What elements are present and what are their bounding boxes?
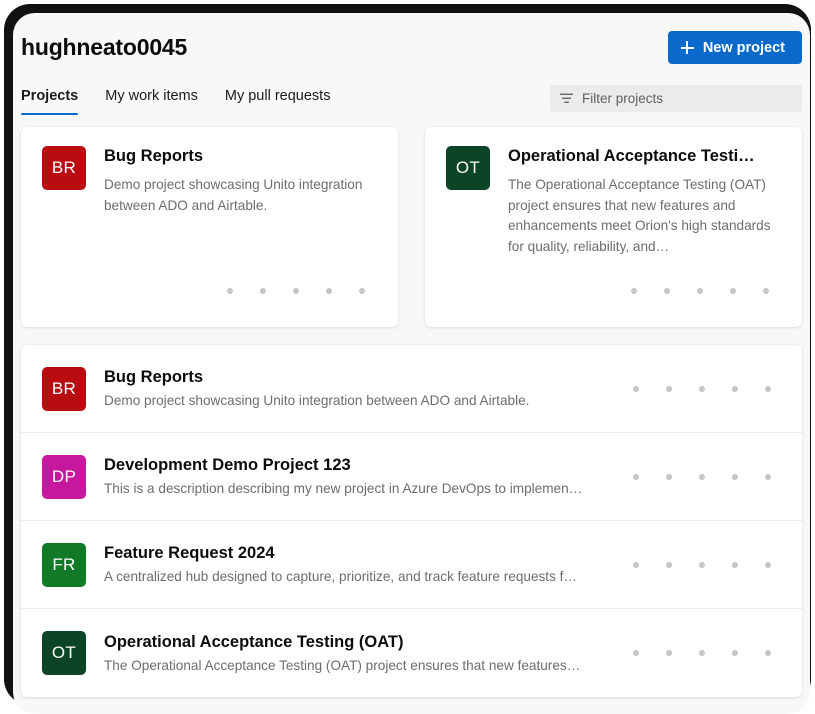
project-row-description: This is a description describing my new … bbox=[104, 481, 583, 496]
project-card-text: Bug Reports Demo project showcasing Unito… bbox=[104, 146, 378, 216]
project-row-text: Development Demo Project 123 This is a de… bbox=[104, 455, 619, 498]
status-dot bbox=[765, 473, 771, 480]
avatar: OT bbox=[42, 631, 86, 675]
project-row[interactable]: FR Feature Request 2024 A centralized hub … bbox=[21, 521, 802, 609]
status-dot bbox=[664, 288, 670, 294]
status-dot bbox=[633, 650, 639, 656]
status-dot bbox=[697, 288, 703, 294]
tab-my-work-items[interactable]: My work items bbox=[105, 85, 198, 115]
avatar: BR bbox=[42, 366, 86, 411]
status-dot bbox=[732, 561, 738, 568]
tab-my-pull-requests[interactable]: My pull requests bbox=[225, 85, 331, 115]
project-row-dots bbox=[633, 385, 784, 392]
project-card[interactable]: BR Bug Reports Demo project showcasing Uni… bbox=[21, 127, 398, 327]
project-row-title: Operational Acceptance Testing (OAT) bbox=[104, 632, 404, 651]
project-row-dots bbox=[633, 473, 784, 480]
status-dot bbox=[666, 473, 672, 480]
project-card-head: OT Operational Acceptance Testi… The Opera… bbox=[446, 146, 782, 257]
avatar: OT bbox=[446, 146, 490, 190]
avatar: BR bbox=[42, 146, 86, 190]
project-list: BR Bug Reports Demo project showcasing Uni… bbox=[21, 345, 802, 697]
tab-projects[interactable]: Projects bbox=[21, 85, 79, 115]
status-dot bbox=[765, 561, 771, 568]
status-dot bbox=[631, 288, 637, 294]
project-card-description: Demo project showcasing Unito integratio… bbox=[104, 177, 363, 213]
filter-icon bbox=[560, 93, 573, 103]
project-row-text: Bug Reports Demo project showcasing Unito… bbox=[104, 367, 619, 410]
plus-icon bbox=[680, 41, 694, 54]
status-dot bbox=[227, 288, 233, 294]
status-dot bbox=[699, 561, 705, 568]
status-dot bbox=[633, 561, 639, 568]
project-card-title: Bug Reports bbox=[104, 147, 203, 165]
project-row-dots bbox=[633, 650, 784, 656]
avatar: DP bbox=[42, 454, 86, 499]
project-row[interactable]: DP Development Demo Project 123 This is a … bbox=[21, 433, 802, 521]
app-window: hughneato0045 New project Projects My wo… bbox=[13, 13, 810, 714]
page-title: hughneato0045 bbox=[21, 34, 188, 60]
project-card-head: BR Bug Reports Demo project showcasing Uni… bbox=[42, 146, 378, 216]
avatar: FR bbox=[42, 542, 86, 587]
new-project-label: New project bbox=[702, 39, 785, 56]
status-dot bbox=[633, 385, 639, 392]
status-dot bbox=[765, 650, 771, 656]
project-card-text: Operational Acceptance Testi… The Operati… bbox=[508, 146, 782, 257]
device-frame: hughneato0045 New project Projects My wo… bbox=[4, 4, 811, 714]
featured-cards: BR Bug Reports Demo project showcasing Uni… bbox=[13, 122, 810, 327]
project-row[interactable]: BR Bug Reports Demo project showcasing Uni… bbox=[21, 345, 802, 433]
project-card-title: Operational Acceptance Testi… bbox=[508, 147, 755, 165]
project-row-title: Development Demo Project 123 bbox=[104, 456, 351, 474]
status-dot bbox=[260, 288, 266, 294]
status-dot bbox=[359, 288, 365, 294]
filter-projects-input[interactable] bbox=[582, 91, 792, 106]
project-row-text: Operational Acceptance Testing (OAT) The … bbox=[104, 632, 619, 675]
filter-projects-box[interactable] bbox=[550, 85, 802, 112]
project-row-title: Bug Reports bbox=[104, 368, 203, 386]
status-dot bbox=[699, 650, 705, 656]
tab-strip: Projects My work items My pull requests bbox=[13, 85, 810, 122]
status-dot bbox=[666, 561, 672, 568]
project-card-dots bbox=[227, 288, 365, 294]
status-dot bbox=[765, 385, 771, 392]
project-row-title: Feature Request 2024 bbox=[104, 544, 275, 562]
project-row-description: Demo project showcasing Unito integratio… bbox=[104, 393, 530, 408]
project-row-description: The Operational Acceptance Testing (OAT)… bbox=[104, 657, 581, 673]
status-dot bbox=[666, 650, 672, 656]
new-project-button[interactable]: New project bbox=[667, 31, 802, 64]
status-dot bbox=[633, 473, 639, 480]
status-dot bbox=[732, 385, 738, 392]
status-dot bbox=[732, 473, 738, 480]
status-dot bbox=[732, 650, 738, 656]
status-dot bbox=[763, 288, 769, 294]
project-card[interactable]: OT Operational Acceptance Testi… The Opera… bbox=[425, 127, 802, 327]
status-dot bbox=[326, 288, 332, 294]
status-dot bbox=[699, 473, 705, 480]
status-dot bbox=[293, 288, 299, 294]
project-card-dots bbox=[631, 288, 769, 294]
project-card-description: The Operational Acceptance Testing (OAT)… bbox=[508, 177, 771, 254]
header-bar: hughneato0045 New project bbox=[13, 13, 810, 85]
status-dot bbox=[730, 288, 736, 294]
project-row[interactable]: OT Operational Acceptance Testing (OAT) Th… bbox=[21, 609, 802, 697]
project-row-dots bbox=[633, 561, 784, 568]
project-row-description: A centralized hub designed to capture, p… bbox=[104, 569, 578, 584]
project-row-text: Feature Request 2024 A centralized hub de… bbox=[104, 543, 619, 586]
status-dot bbox=[699, 385, 705, 392]
status-dot bbox=[666, 385, 672, 392]
